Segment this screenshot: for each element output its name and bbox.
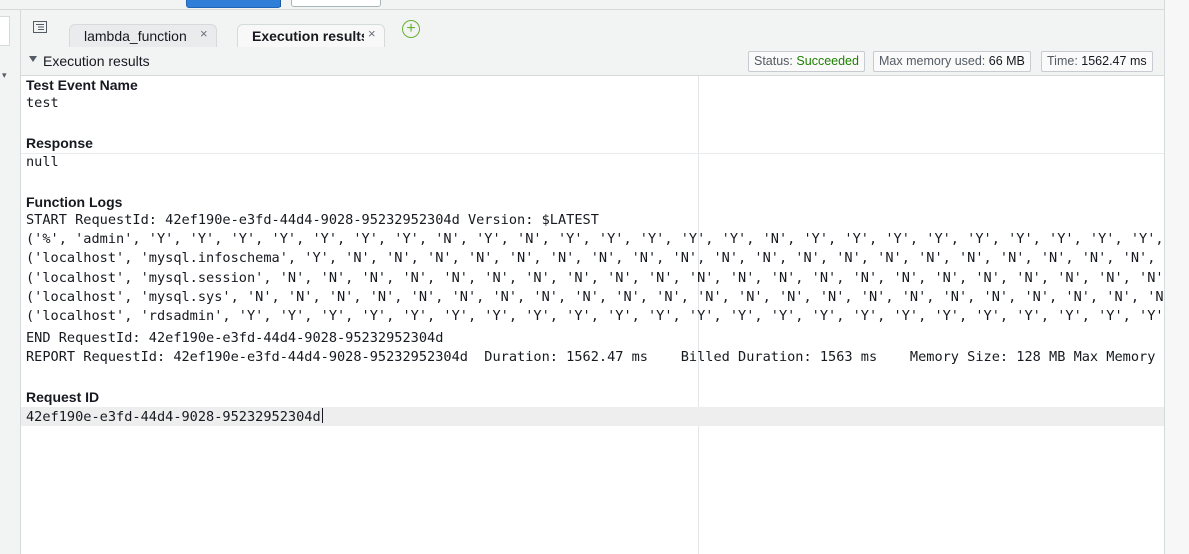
log-line: START RequestId: 42ef190e-e3fd-44d4-9028…: [26, 212, 599, 228]
gutter-panel-edge: [0, 16, 10, 46]
status-badge: Status: Succeeded: [748, 51, 865, 72]
time-badge: Time: 1562.47 ms: [1041, 51, 1153, 72]
collapse-arrow-icon[interactable]: ▾: [2, 70, 7, 81]
split-button-separator: [280, 0, 281, 7]
request-id-value: 42ef190e-e3fd-44d4-9028-95232952304d: [26, 409, 321, 425]
close-tab-icon[interactable]: ×: [368, 26, 376, 41]
status-label: Status:: [754, 54, 793, 68]
request-id-label: Request ID: [26, 389, 100, 405]
tab-lambda-function[interactable]: lambda_function ×: [69, 24, 217, 48]
time-value: 1562.47 ms: [1081, 54, 1147, 68]
caret-down-icon[interactable]: [29, 56, 37, 62]
secondary-action-button[interactable]: [291, 0, 381, 7]
log-line: ('localhost', 'mysql.session', 'N', 'N',…: [26, 270, 1164, 286]
time-label: Time:: [1047, 54, 1078, 68]
log-line: REPORT RequestId: 42ef190e-e3fd-44d4-902…: [26, 349, 1164, 365]
memory-value: 66 MB: [988, 54, 1025, 68]
vertical-scrollbar[interactable]: [1164, 0, 1189, 554]
plus-circle-icon[interactable]: +: [402, 20, 420, 38]
memory-label: Max memory used:: [879, 54, 986, 68]
execution-results-header: Execution results Status: Succeeded Max …: [21, 47, 1164, 76]
log-line: ('localhost', 'rdsadmin', 'Y', 'Y', 'Y',…: [26, 308, 1164, 324]
editor-tab-bar: lambda_function × Execution results × +: [21, 10, 1164, 49]
panel-title: Execution results: [43, 53, 150, 69]
log-line: ('localhost', 'mysql.infoschema', 'Y', '…: [26, 250, 1164, 266]
status-value: Succeeded: [796, 54, 859, 68]
close-tab-icon[interactable]: ×: [200, 26, 208, 41]
tab-label: Execution results: [252, 28, 364, 44]
divider: [21, 153, 1164, 154]
left-gutter: ▾: [0, 10, 21, 554]
response-value: null: [26, 154, 59, 170]
function-logs-label: Function Logs: [26, 194, 123, 210]
primary-action-button[interactable]: [186, 0, 281, 8]
tab-label: lambda_function: [84, 28, 187, 44]
log-line: ('%', 'admin', 'Y', 'Y', 'Y', 'Y', 'Y', …: [26, 231, 1164, 247]
top-toolbar: [0, 0, 1165, 10]
list-icon[interactable]: [33, 21, 47, 33]
text-cursor: [321, 408, 323, 423]
tab-execution-results[interactable]: Execution results ×: [237, 24, 385, 49]
log-line: END RequestId: 42ef190e-e3fd-44d4-9028-9…: [26, 330, 444, 346]
execution-output[interactable]: Test Event Name test Response null Funct…: [21, 76, 1164, 554]
test-event-label: Test Event Name: [26, 77, 138, 93]
log-line: ('localhost', 'mysql.sys', 'N', 'N', 'N'…: [26, 289, 1164, 305]
memory-badge: Max memory used: 66 MB: [873, 51, 1031, 72]
request-id-line[interactable]: 42ef190e-e3fd-44d4-9028-95232952304d: [26, 408, 323, 425]
test-event-value: test: [26, 95, 59, 111]
response-label: Response: [26, 135, 93, 151]
